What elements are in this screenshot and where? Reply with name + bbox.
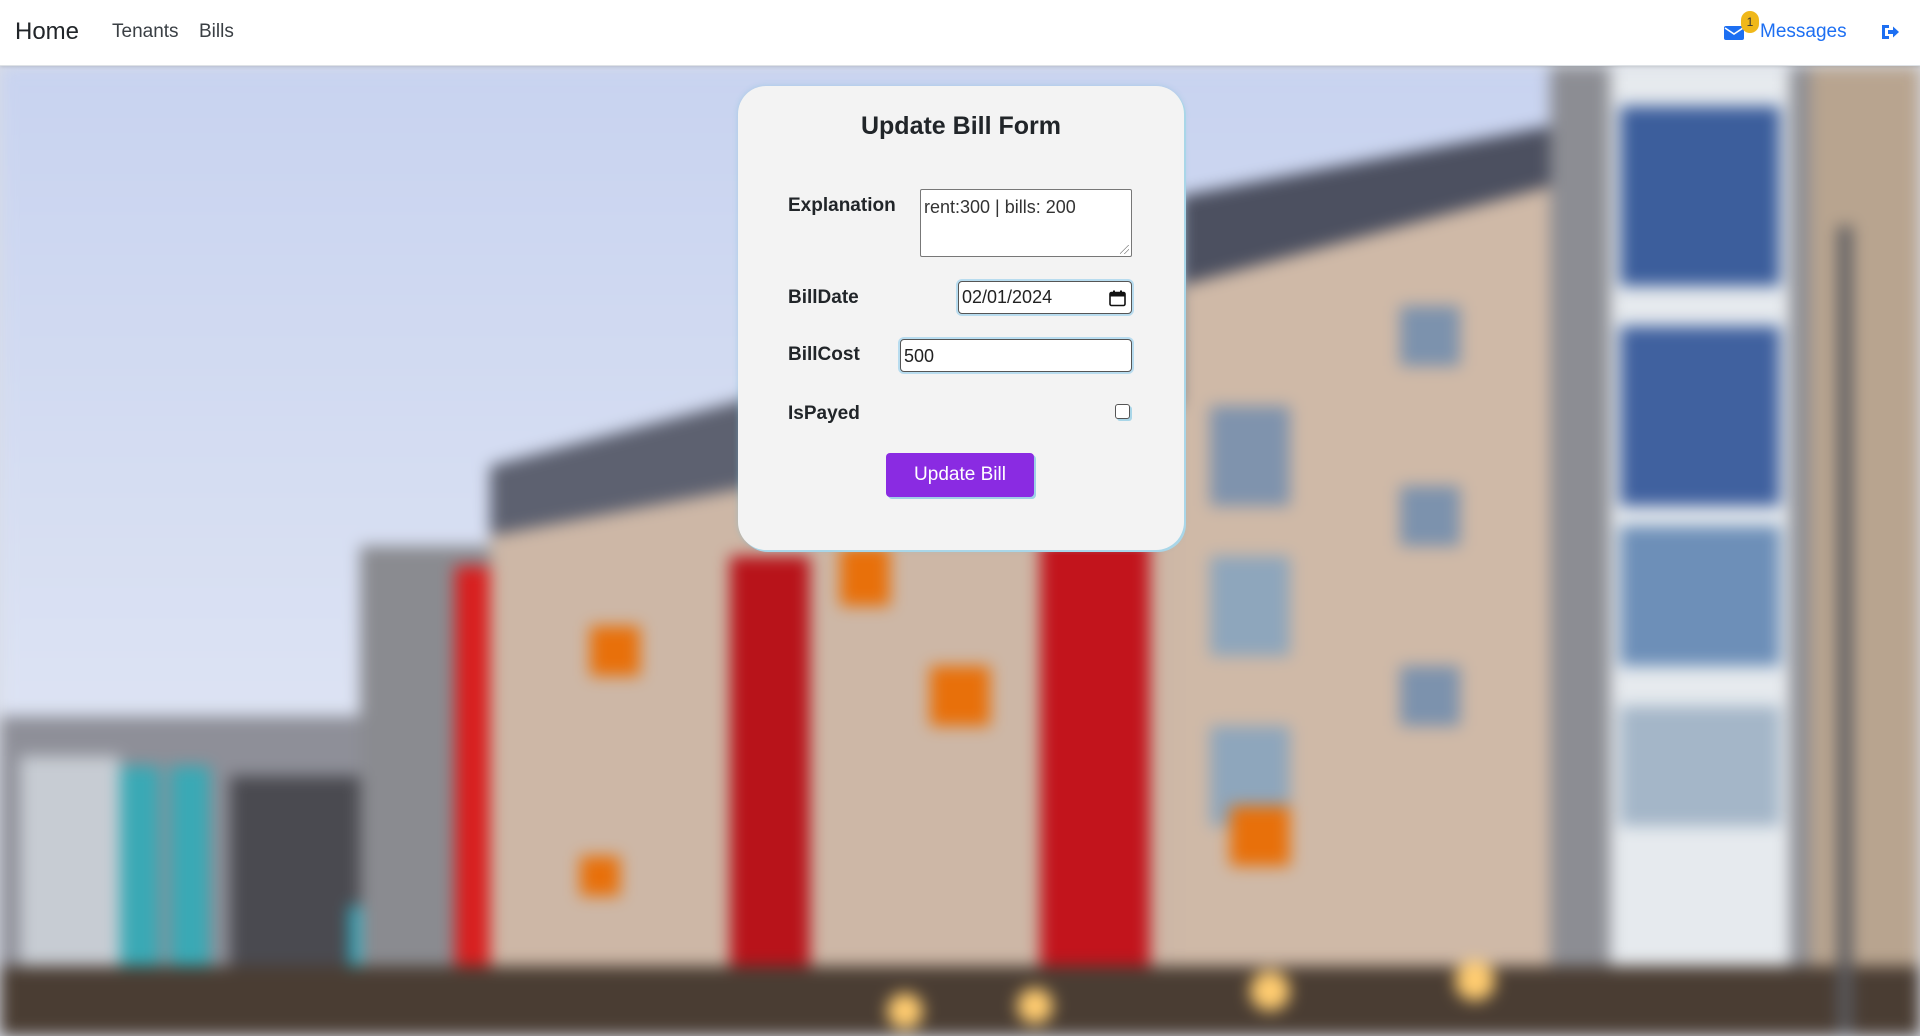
bill-date-input[interactable]: 02/01/2024 [958, 281, 1132, 314]
is-payed-label: IsPayed [788, 403, 860, 424]
bill-cost-input[interactable]: 500 [900, 339, 1132, 372]
top-navbar: Home Tenants Bills 1 Messages [0, 0, 1920, 66]
explanation-label: Explanation [788, 195, 896, 216]
nav-link-tenants[interactable]: Tenants [112, 21, 179, 43]
bill-date-value: 02/01/2024 [962, 287, 1053, 307]
is-payed-checkbox[interactable] [1115, 404, 1130, 419]
bill-cost-value: 500 [904, 346, 935, 366]
update-bill-form: Update Bill Form Explanation rent:300 | … [738, 86, 1184, 550]
home-link[interactable]: Home [15, 18, 79, 46]
sign-out-icon[interactable] [1880, 22, 1900, 42]
messages-link[interactable]: 1 Messages [1724, 11, 1848, 52]
form-title: Update Bill Form [860, 112, 1061, 140]
calendar-icon[interactable] [1109, 290, 1126, 307]
explanation-textarea[interactable]: rent:300 | bills: 200 [920, 189, 1132, 257]
unread-count-badge: 1 [1741, 11, 1759, 33]
explanation-value: rent:300 | bills: 200 [924, 197, 1076, 217]
bill-date-label: BillDate [788, 287, 859, 308]
bill-cost-label: BillCost [788, 344, 860, 365]
messages-label: Messages [1760, 21, 1847, 42]
resize-grip-icon[interactable] [1120, 245, 1129, 254]
update-bill-button[interactable]: Update Bill [886, 453, 1034, 497]
nav-link-bills[interactable]: Bills [199, 21, 234, 43]
